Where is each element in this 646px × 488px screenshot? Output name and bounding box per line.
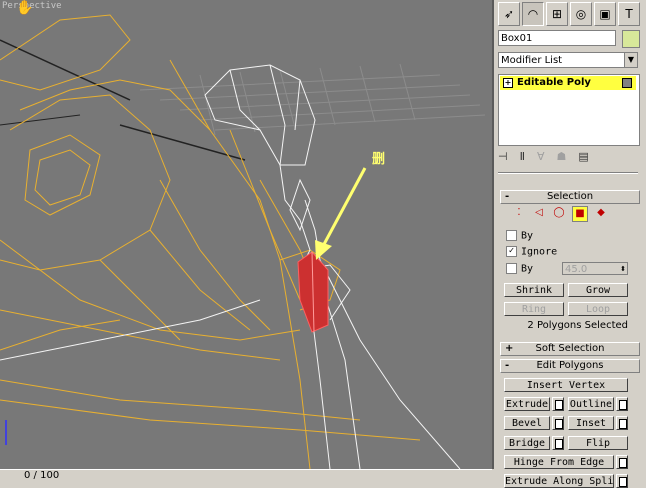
- shrink-button[interactable]: Shrink: [504, 283, 564, 297]
- edit-polygons-title: Edit Polygons: [536, 360, 604, 371]
- extrude-spline-settings-icon[interactable]: [616, 474, 628, 488]
- hierarchy-tab-icon[interactable]: ⊞: [546, 2, 568, 26]
- cursor-hand-icon: ✋: [16, 0, 34, 16]
- perspective-viewport[interactable]: Perspective 删 ✋: [0, 0, 494, 469]
- motion-tab-icon[interactable]: ◎: [570, 2, 592, 26]
- by-angle-checkbox[interactable]: By: [506, 263, 533, 275]
- time-slider[interactable]: 0 / 100: [0, 469, 492, 482]
- selection-title: Selection: [546, 191, 594, 202]
- display-tab-icon[interactable]: ▣: [594, 2, 616, 26]
- insert-vertex-button[interactable]: Insert Vertex: [504, 378, 628, 392]
- inset-button[interactable]: Inset: [568, 416, 614, 430]
- bridge-button[interactable]: Bridge: [504, 436, 550, 450]
- inset-settings-icon[interactable]: [616, 416, 628, 430]
- bevel-settings-icon[interactable]: [552, 416, 564, 430]
- ignore-backfacing-checkbox[interactable]: ✓ Ignore: [506, 246, 557, 258]
- expand-icon[interactable]: +: [503, 78, 513, 88]
- subobject-level-icons: ⁚ ◁ ◯ ■ ◆: [512, 206, 608, 222]
- divider: [498, 172, 638, 174]
- show-end-result-icon[interactable]: Ⅱ: [520, 150, 525, 166]
- polygon-icon[interactable]: ■: [572, 206, 588, 222]
- soft-selection-rollout-header[interactable]: + Soft Selection: [500, 342, 640, 356]
- create-tab-icon[interactable]: ➶: [498, 2, 520, 26]
- grow-button[interactable]: Grow: [568, 283, 628, 297]
- ring-button[interactable]: Ring: [504, 302, 564, 316]
- hinge-from-edge-button[interactable]: Hinge From Edge: [504, 455, 614, 469]
- pin-stack-icon[interactable]: ⊣: [498, 150, 508, 166]
- command-panel-tabs: ➶ ◠ ⊞ ◎ ▣ T: [498, 2, 642, 26]
- object-name-field[interactable]: Box01: [498, 30, 616, 46]
- configure-sets-icon[interactable]: ▤: [578, 150, 588, 166]
- extrude-along-spline-button[interactable]: Extrude Along Spline: [504, 474, 614, 488]
- utilities-tab-icon[interactable]: T: [618, 2, 640, 26]
- modifier-list-label: Modifier List: [501, 55, 563, 66]
- outline-button[interactable]: Outline: [568, 397, 614, 411]
- outline-settings-icon[interactable]: [616, 397, 628, 411]
- chevron-down-icon[interactable]: ▼: [624, 53, 637, 67]
- vertex-icon[interactable]: ⁚: [512, 206, 526, 220]
- extrude-button[interactable]: Extrude: [504, 397, 550, 411]
- command-panel: ➶ ◠ ⊞ ◎ ▣ T Box01 Modifier List ▼ + Edita…: [494, 0, 646, 488]
- viewport-wireframe: [0, 14, 486, 469]
- selection-rollout-header[interactable]: - Selection: [500, 190, 640, 204]
- spinner-arrows-icon[interactable]: ⬍: [620, 263, 626, 276]
- by-vertex-checkbox[interactable]: By: [506, 230, 533, 242]
- stack-item-light-icon[interactable]: [622, 78, 632, 88]
- stack-toolbar: ⊣ Ⅱ ∀ ☗ ▤: [498, 150, 638, 166]
- make-unique-icon[interactable]: ∀: [537, 150, 545, 166]
- bridge-settings-icon[interactable]: [552, 436, 564, 450]
- stack-item-editable-poly[interactable]: + Editable Poly: [500, 76, 636, 90]
- hinge-settings-icon[interactable]: [616, 455, 628, 469]
- annotation-text: 删: [372, 152, 386, 167]
- edge-icon[interactable]: ◁: [532, 206, 546, 220]
- extrude-settings-icon[interactable]: [552, 397, 564, 411]
- loop-button[interactable]: Loop: [568, 302, 628, 316]
- modifier-stack[interactable]: + Editable Poly: [498, 74, 640, 146]
- border-icon[interactable]: ◯: [552, 206, 566, 220]
- modifier-list-dropdown[interactable]: Modifier List ▼: [498, 52, 638, 68]
- modify-tab-icon[interactable]: ◠: [522, 2, 544, 26]
- flip-button[interactable]: Flip: [568, 436, 628, 450]
- soft-selection-title: Soft Selection: [535, 343, 605, 354]
- remove-modifier-icon[interactable]: ☗: [557, 150, 567, 166]
- edit-polygons-rollout-header[interactable]: - Edit Polygons: [500, 359, 640, 373]
- object-color-swatch[interactable]: [622, 30, 640, 48]
- frame-counter: 0 / 100: [24, 470, 60, 481]
- bevel-button[interactable]: Bevel: [504, 416, 550, 430]
- selection-status: 2 Polygons Selected: [527, 320, 628, 331]
- element-icon[interactable]: ◆: [594, 206, 608, 220]
- stack-item-label: Editable Poly: [517, 77, 591, 88]
- angle-spinner[interactable]: 45.0 ⬍: [562, 262, 628, 275]
